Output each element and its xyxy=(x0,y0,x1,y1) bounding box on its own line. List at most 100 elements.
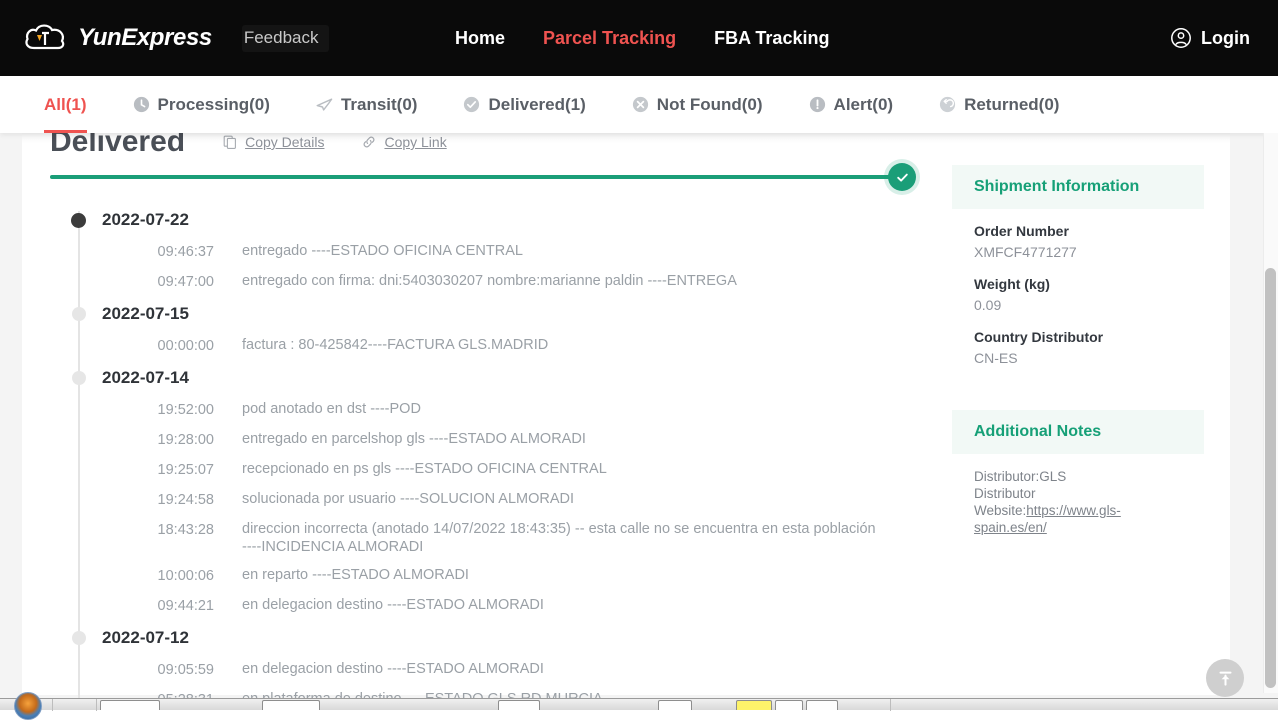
timeline-event: 18:43:28 direccion incorrecta (anotado 1… xyxy=(50,515,930,561)
additional-notes-body: Distributor:GLS Distributor Website:http… xyxy=(952,454,1204,540)
x-circle-icon xyxy=(632,96,649,113)
timeline-date: 2022-07-12 xyxy=(102,628,189,648)
shipment-sidebar: Shipment Information Order Number XMFCF4… xyxy=(952,165,1204,564)
taskbar-item[interactable] xyxy=(100,700,160,710)
page-body: Delivered Copy Details Copy L xyxy=(0,133,1278,710)
clock-icon xyxy=(133,96,150,113)
copy-details-label: Copy Details xyxy=(245,134,324,150)
timeline-event: 09:44:21 en delegacion destino ----ESTAD… xyxy=(50,591,930,621)
copy-link-label: Copy Link xyxy=(384,134,446,150)
tab-alert[interactable]: Alert(0) xyxy=(809,76,894,133)
tab-processing-label: Processing(0) xyxy=(158,95,270,115)
tab-all[interactable]: All(1) xyxy=(44,76,87,133)
nav-link-home[interactable]: Home xyxy=(455,28,505,49)
field-label-order-number: Order Number xyxy=(974,223,1182,239)
os-taskbar xyxy=(0,698,1278,710)
tracking-detail-card: Delivered Copy Details Copy L xyxy=(22,133,1230,695)
tab-not-found-label: Not Found(0) xyxy=(657,95,763,115)
event-description: recepcionado en ps gls ----ESTADO OFICIN… xyxy=(242,460,882,478)
timeline-dot xyxy=(72,631,86,645)
timeline-dot xyxy=(72,371,86,385)
event-description: en delegacion destino ----ESTADO ALMORAD… xyxy=(242,596,882,614)
event-description: factura : 80-425842----FACTURA GLS.MADRI… xyxy=(242,336,882,354)
event-description: entregado en parcelshop gls ----ESTADO A… xyxy=(242,430,882,448)
taskbar-item[interactable] xyxy=(498,700,540,710)
taskbar-item[interactable] xyxy=(806,700,838,710)
tab-processing[interactable]: Processing(0) xyxy=(133,76,270,133)
nav-link-parcel-tracking[interactable]: Parcel Tracking xyxy=(543,28,676,49)
nav-link-fba-tracking[interactable]: FBA Tracking xyxy=(714,28,829,49)
top-navigation-bar: YunExpress Feedback Home Parcel Tracking… xyxy=(0,0,1278,76)
event-description: direccion incorrecta (anotado 14/07/2022… xyxy=(242,520,882,556)
tab-returned-label: Returned(0) xyxy=(964,95,1059,115)
event-time: 19:52:00 xyxy=(50,400,214,420)
additional-notes-panel: Additional Notes Distributor:GLS Distrib… xyxy=(952,410,1204,540)
scroll-to-top-button[interactable] xyxy=(1206,659,1244,697)
shipment-information-body: Order Number XMFCF4771277 Weight (kg) 0.… xyxy=(952,209,1204,386)
event-time: 18:43:28 xyxy=(50,520,214,540)
event-time: 19:28:00 xyxy=(50,430,214,450)
link-icon xyxy=(362,135,376,149)
progress-track-filled xyxy=(50,175,900,179)
login-button[interactable]: Login xyxy=(1170,0,1250,76)
field-label-country-distributor: Country Distributor xyxy=(974,329,1182,345)
taskbar-item[interactable] xyxy=(775,700,803,710)
field-value-country-distributor: CN-ES xyxy=(974,350,1182,366)
event-time: 19:24:58 xyxy=(50,490,214,510)
timeline-date-row: 2022-07-22 xyxy=(50,203,930,237)
event-description: pod anotado en dst ----POD xyxy=(242,400,882,418)
event-description: entregado ----ESTADO OFICINA CENTRAL xyxy=(242,242,882,260)
copy-link-button[interactable]: Copy Link xyxy=(362,134,446,150)
main-nav-links: Home Parcel Tracking FBA Tracking xyxy=(455,0,829,76)
additional-notes-heading: Additional Notes xyxy=(952,410,1204,454)
timeline-date-row: 2022-07-15 xyxy=(50,297,930,331)
timeline-date: 2022-07-22 xyxy=(102,210,189,230)
plane-icon xyxy=(316,96,333,113)
taskbar-divider xyxy=(52,699,53,711)
yunexpress-cloud-logo-icon xyxy=(24,21,70,55)
taskbar-item-active[interactable] xyxy=(736,700,772,710)
taskbar-divider xyxy=(96,699,97,711)
timeline-date-row: 2022-07-14 xyxy=(50,361,930,395)
check-circle-icon xyxy=(463,96,480,113)
feedback-button[interactable]: Feedback xyxy=(242,25,329,52)
brand-logo-link[interactable]: YunExpress xyxy=(24,21,212,55)
event-description: en reparto ----ESTADO ALMORADI xyxy=(242,566,882,584)
exclamation-circle-icon xyxy=(809,96,826,113)
timeline-event: 09:47:00 entregado con firma: dni:540303… xyxy=(50,267,930,297)
return-circle-icon xyxy=(939,96,956,113)
shipment-information-heading: Shipment Information xyxy=(952,165,1204,209)
brand-name: YunExpress xyxy=(78,24,212,52)
shipment-progress-bar xyxy=(50,166,930,190)
vertical-scrollbar-thumb[interactable] xyxy=(1265,268,1276,688)
event-time: 00:00:00 xyxy=(50,336,214,356)
tab-alert-label: Alert(0) xyxy=(834,95,894,115)
event-time: 09:46:37 xyxy=(50,242,214,262)
tab-delivered[interactable]: Delivered(1) xyxy=(463,76,585,133)
tab-transit[interactable]: Transit(0) xyxy=(316,76,418,133)
event-time: 19:25:07 xyxy=(50,460,214,480)
timeline-event: 09:05:59 en delegacion destino ----ESTAD… xyxy=(50,655,930,685)
event-time: 09:47:00 xyxy=(50,272,214,292)
copy-details-button[interactable]: Copy Details xyxy=(223,134,324,150)
timeline-event: 19:25:07 recepcionado en ps gls ----ESTA… xyxy=(50,455,930,485)
start-button-icon[interactable] xyxy=(14,692,42,720)
field-label-weight: Weight (kg) xyxy=(974,276,1182,292)
event-description: solucionada por usuario ----SOLUCION ALM… xyxy=(242,490,882,508)
tab-not-found[interactable]: Not Found(0) xyxy=(632,76,763,133)
taskbar-item[interactable] xyxy=(262,700,320,710)
timeline-group: 2022-07-22 09:46:37 entregado ----ESTADO… xyxy=(50,203,930,297)
taskbar-item[interactable] xyxy=(658,700,692,710)
timeline-date-row: 2022-07-12 xyxy=(50,621,930,655)
event-description: en delegacion destino ----ESTADO ALMORAD… xyxy=(242,660,882,678)
tab-returned[interactable]: Returned(0) xyxy=(939,76,1059,133)
tracking-timeline: 2022-07-22 09:46:37 entregado ----ESTADO… xyxy=(50,203,930,710)
shipment-status-title: Delivered xyxy=(50,133,185,159)
timeline-event: 00:00:00 factura : 80-425842----FACTURA … xyxy=(50,331,930,361)
detail-header: Delivered Copy Details Copy L xyxy=(50,133,447,159)
timeline-date: 2022-07-14 xyxy=(102,368,189,388)
notes-distributor-line: Distributor:GLS xyxy=(974,469,1066,484)
copy-icon xyxy=(223,135,237,149)
check-circle-filled-icon xyxy=(888,163,916,191)
taskbar-divider xyxy=(890,699,891,711)
